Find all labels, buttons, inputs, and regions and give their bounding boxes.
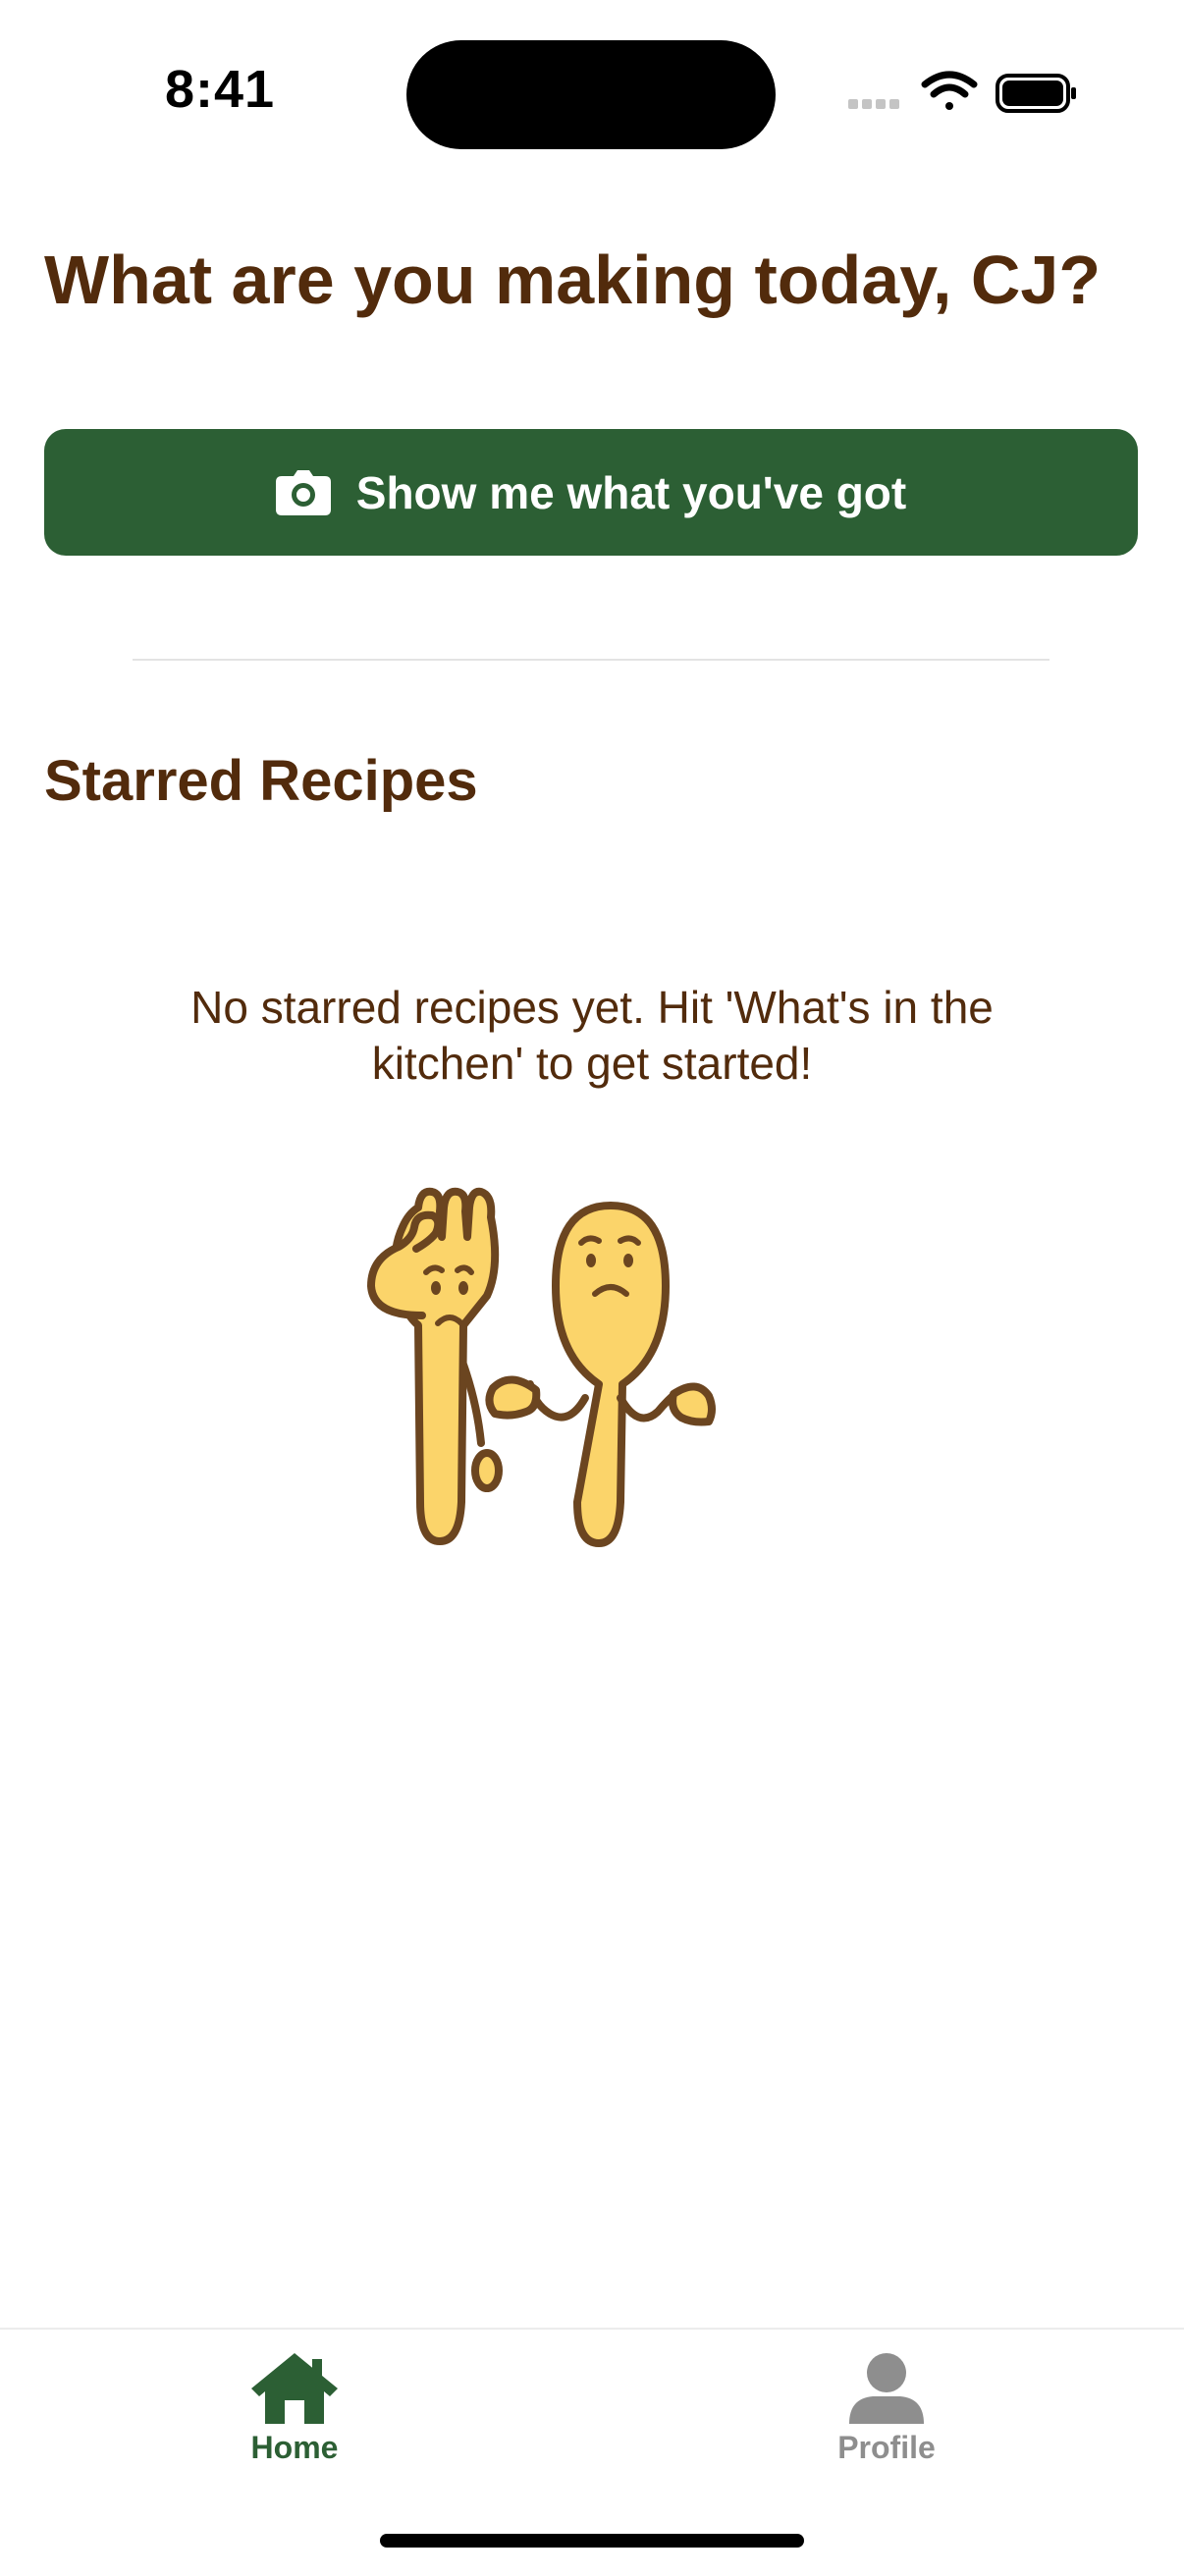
person-icon bbox=[849, 2353, 924, 2424]
divider bbox=[133, 659, 1049, 661]
status-time: 8:41 bbox=[165, 60, 276, 119]
section-title: Starred Recipes bbox=[44, 749, 478, 813]
spoon-character bbox=[485, 1202, 716, 1547]
tab-profile-label: Profile bbox=[837, 2430, 936, 2465]
page-title: What are you making today, CJ? bbox=[44, 242, 1102, 318]
confused-utensils-illustration bbox=[367, 1187, 716, 1547]
scan-button-label: Show me what you've got bbox=[355, 466, 907, 518]
cellular-signal-icon bbox=[848, 99, 899, 109]
home-indicator bbox=[380, 2534, 804, 2548]
battery-icon bbox=[996, 74, 1076, 113]
tab-home-label: Home bbox=[250, 2430, 339, 2465]
scan-ingredients-button[interactable]: Show me what you've got bbox=[44, 429, 1138, 556]
house-icon bbox=[251, 2353, 338, 2424]
empty-state-message: No starred recipes yet. Hit 'What's in t… bbox=[190, 982, 994, 1089]
fork-character bbox=[367, 1187, 503, 1545]
dynamic-island bbox=[406, 40, 776, 149]
tab-home[interactable]: Home bbox=[196, 2349, 393, 2477]
wifi-icon bbox=[921, 71, 978, 110]
camera-icon bbox=[275, 469, 331, 515]
tab-profile[interactable]: Profile bbox=[788, 2349, 985, 2477]
status-icons bbox=[848, 71, 1076, 113]
